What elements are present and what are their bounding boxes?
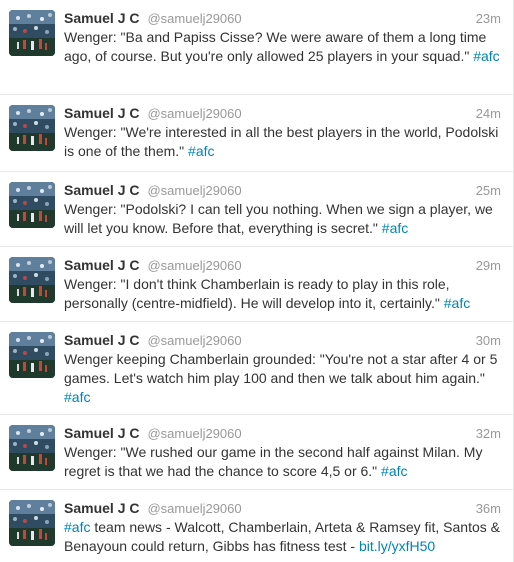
avatar[interactable] bbox=[9, 332, 55, 378]
timestamp[interactable]: 32m bbox=[476, 424, 501, 443]
tweet-content: Samuel J C @samuelj29060 24m Wenger: "We'… bbox=[64, 104, 501, 161]
hashtag-link[interactable]: #afc bbox=[382, 220, 408, 236]
tweet-text: Wenger: "We rushed our game in the secon… bbox=[64, 444, 483, 479]
author-handle[interactable]: @samuelj29060 bbox=[147, 106, 241, 121]
stadium-crowd-icon bbox=[9, 257, 55, 303]
tweet-item[interactable]: Samuel J C @samuelj29060 30m Wenger keepi… bbox=[0, 322, 513, 415]
author-handle[interactable]: @samuelj29060 bbox=[147, 11, 241, 26]
tweet-item[interactable]: Samuel J C @samuelj29060 25m Wenger: "Pod… bbox=[0, 172, 513, 247]
author-name[interactable]: Samuel J C bbox=[64, 182, 139, 198]
hashtag-link[interactable]: #afc bbox=[444, 295, 470, 311]
tweet-text: Wenger keeping Chamberlain grounded: "Yo… bbox=[64, 351, 498, 386]
stadium-crowd-icon bbox=[9, 500, 55, 546]
tweet-text-block: Wenger keeping Chamberlain grounded: "Yo… bbox=[64, 350, 501, 407]
avatar[interactable] bbox=[9, 425, 55, 471]
tweet-item[interactable]: Samuel J C @samuelj29060 36m #afc team ne… bbox=[0, 490, 513, 562]
tweet-header: Samuel J C @samuelj29060 36m bbox=[64, 499, 501, 518]
tweet-header: Samuel J C @samuelj29060 30m bbox=[64, 331, 501, 350]
stadium-crowd-icon bbox=[9, 10, 55, 56]
tweet-text: Wenger: "Ba and Papiss Cisse? We were aw… bbox=[64, 29, 487, 64]
avatar[interactable] bbox=[9, 105, 55, 151]
stadium-crowd-icon bbox=[9, 425, 55, 471]
author-handle[interactable]: @samuelj29060 bbox=[147, 183, 241, 198]
timestamp[interactable]: 24m bbox=[476, 104, 501, 123]
hashtag-link[interactable]: #afc bbox=[188, 143, 214, 159]
stadium-crowd-icon bbox=[9, 332, 55, 378]
tweet-content: Samuel J C @samuelj29060 25m Wenger: "Pod… bbox=[64, 181, 501, 238]
author-handle[interactable]: @samuelj29060 bbox=[147, 333, 241, 348]
timestamp[interactable]: 29m bbox=[476, 256, 501, 275]
stadium-crowd-icon bbox=[9, 105, 55, 151]
tweet-header: Samuel J C @samuelj29060 32m bbox=[64, 424, 501, 443]
author-name[interactable]: Samuel J C bbox=[64, 105, 139, 121]
avatar[interactable] bbox=[9, 182, 55, 228]
timestamp[interactable]: 30m bbox=[476, 331, 501, 350]
tweet-content: Samuel J C @samuelj29060 32m Wenger: "We … bbox=[64, 424, 501, 481]
hashtag-link[interactable]: #afc bbox=[473, 48, 499, 64]
tweet-text: Wenger: "I don't think Chamberlain is re… bbox=[64, 276, 450, 311]
author-name[interactable]: Samuel J C bbox=[64, 10, 139, 26]
tweet-header: Samuel J C @samuelj29060 25m bbox=[64, 181, 501, 200]
tweet-header: Samuel J C @samuelj29060 29m bbox=[64, 256, 501, 275]
hashtag-link[interactable]: #afc bbox=[381, 463, 407, 479]
short-url-link[interactable]: bit.ly/yxfH50 bbox=[359, 538, 435, 554]
tweet-content: Samuel J C @samuelj29060 36m #afc team ne… bbox=[64, 499, 501, 556]
tweet-text-block: Wenger: "We're interested in all the bes… bbox=[64, 123, 501, 161]
tweet-text: Wenger: "We're interested in all the bes… bbox=[64, 124, 499, 159]
hashtag-link[interactable]: #afc bbox=[64, 519, 90, 535]
tweet-item[interactable]: Samuel J C @samuelj29060 23m Wenger: "Ba … bbox=[0, 0, 513, 95]
tweet-text-block: #afc team news - Walcott, Chamberlain, A… bbox=[64, 518, 501, 556]
timestamp[interactable]: 23m bbox=[476, 9, 501, 28]
avatar[interactable] bbox=[9, 500, 55, 546]
tweet-text-block: Wenger: "Ba and Papiss Cisse? We were aw… bbox=[64, 28, 501, 66]
author-handle[interactable]: @samuelj29060 bbox=[147, 501, 241, 516]
author-name[interactable]: Samuel J C bbox=[64, 257, 139, 273]
tweet-text-block: Wenger: "We rushed our game in the secon… bbox=[64, 443, 501, 481]
tweet-item[interactable]: Samuel J C @samuelj29060 24m Wenger: "We'… bbox=[0, 95, 513, 172]
avatar[interactable] bbox=[9, 257, 55, 303]
tweet-text-block: Wenger: "Podolski? I can tell you nothin… bbox=[64, 200, 501, 238]
tweet-header: Samuel J C @samuelj29060 24m bbox=[64, 104, 501, 123]
tweet-content: Samuel J C @samuelj29060 29m Wenger: "I d… bbox=[64, 256, 501, 313]
tweet-item[interactable]: Samuel J C @samuelj29060 29m Wenger: "I d… bbox=[0, 247, 513, 322]
tweet-content: Samuel J C @samuelj29060 23m Wenger: "Ba … bbox=[64, 9, 501, 66]
timestamp[interactable]: 36m bbox=[476, 499, 501, 518]
author-name[interactable]: Samuel J C bbox=[64, 425, 139, 441]
author-handle[interactable]: @samuelj29060 bbox=[147, 426, 241, 441]
timestamp[interactable]: 25m bbox=[476, 181, 501, 200]
tweet-item[interactable]: Samuel J C @samuelj29060 32m Wenger: "We … bbox=[0, 415, 513, 490]
tweet-header: Samuel J C @samuelj29060 23m bbox=[64, 9, 501, 28]
stadium-crowd-icon bbox=[9, 182, 55, 228]
avatar[interactable] bbox=[9, 10, 55, 56]
tweet-timeline: Samuel J C @samuelj29060 23m Wenger: "Ba … bbox=[0, 0, 514, 562]
author-name[interactable]: Samuel J C bbox=[64, 332, 139, 348]
tweet-text: Wenger: "Podolski? I can tell you nothin… bbox=[64, 201, 493, 236]
tweet-text-block: Wenger: "I don't think Chamberlain is re… bbox=[64, 275, 501, 313]
hashtag-link[interactable]: #afc bbox=[64, 389, 90, 405]
tweet-content: Samuel J C @samuelj29060 30m Wenger keepi… bbox=[64, 331, 501, 407]
author-handle[interactable]: @samuelj29060 bbox=[147, 258, 241, 273]
author-name[interactable]: Samuel J C bbox=[64, 500, 139, 516]
